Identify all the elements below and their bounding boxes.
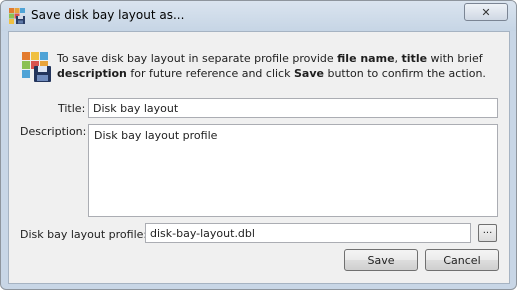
dialog-body: To save disk bay layout in separate prof… (8, 31, 510, 284)
description-textarea[interactable]: Disk bay layout profile (88, 124, 498, 217)
save-button-label: Save (367, 253, 395, 267)
save-layout-dialog: Save disk bay layout as... ✕ To save dis… (0, 0, 517, 290)
disk-bay-layout-icon (9, 8, 25, 24)
close-button[interactable]: ✕ (464, 3, 508, 21)
profile-filename-input[interactable]: disk-bay-layout.dbl (145, 223, 471, 243)
disk-bay-save-icon (22, 52, 51, 82)
save-button[interactable]: Save (344, 249, 418, 271)
cancel-button[interactable]: Cancel (425, 249, 499, 271)
title-bar[interactable]: Save disk bay layout as... ✕ (1, 1, 516, 31)
dialog-title: Save disk bay layout as... (31, 8, 185, 22)
instructions-text: To save disk bay layout in separate prof… (57, 52, 486, 80)
browse-button[interactable]: ... (478, 224, 497, 242)
title-label: Title: (58, 102, 86, 115)
cancel-button-label: Cancel (443, 253, 481, 267)
profile-label: Disk bay layout profile: (20, 228, 148, 241)
close-icon: ✕ (481, 5, 491, 19)
title-input[interactable]: Disk bay layout (88, 98, 498, 118)
description-label: Description: (20, 125, 87, 138)
